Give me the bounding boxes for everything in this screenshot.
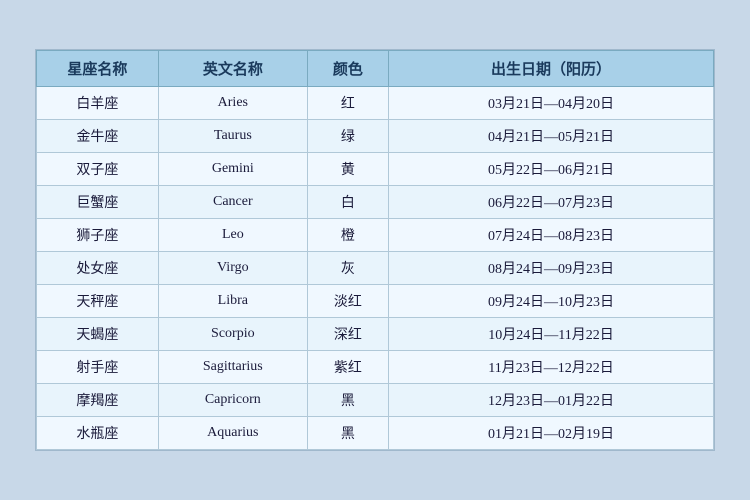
cell-color: 红 — [307, 87, 388, 120]
cell-color: 白 — [307, 186, 388, 219]
cell-en: Leo — [158, 219, 307, 252]
cell-date: 12月23日—01月22日 — [389, 384, 714, 417]
cell-date: 01月21日—02月19日 — [389, 417, 714, 450]
cell-date: 04月21日—05月21日 — [389, 120, 714, 153]
cell-en: Taurus — [158, 120, 307, 153]
cell-en: Gemini — [158, 153, 307, 186]
cell-zh: 金牛座 — [37, 120, 159, 153]
cell-en: Aquarius — [158, 417, 307, 450]
table-row: 天蝎座Scorpio深红10月24日—11月22日 — [37, 318, 714, 351]
cell-date: 10月24日—11月22日 — [389, 318, 714, 351]
cell-zh: 双子座 — [37, 153, 159, 186]
cell-color: 灰 — [307, 252, 388, 285]
table-row: 狮子座Leo橙07月24日—08月23日 — [37, 219, 714, 252]
zodiac-table: 星座名称 英文名称 颜色 出生日期（阳历） 白羊座Aries红03月21日—04… — [36, 50, 714, 450]
cell-color: 深红 — [307, 318, 388, 351]
table-row: 处女座Virgo灰08月24日—09月23日 — [37, 252, 714, 285]
cell-zh: 巨蟹座 — [37, 186, 159, 219]
table-body: 白羊座Aries红03月21日—04月20日金牛座Taurus绿04月21日—0… — [37, 87, 714, 450]
header-zh: 星座名称 — [37, 51, 159, 87]
header-date: 出生日期（阳历） — [389, 51, 714, 87]
cell-date: 06月22日—07月23日 — [389, 186, 714, 219]
cell-zh: 射手座 — [37, 351, 159, 384]
table-row: 双子座Gemini黄05月22日—06月21日 — [37, 153, 714, 186]
cell-color: 淡红 — [307, 285, 388, 318]
cell-zh: 水瓶座 — [37, 417, 159, 450]
table-row: 水瓶座Aquarius黑01月21日—02月19日 — [37, 417, 714, 450]
cell-zh: 天蝎座 — [37, 318, 159, 351]
table-row: 巨蟹座Cancer白06月22日—07月23日 — [37, 186, 714, 219]
cell-zh: 狮子座 — [37, 219, 159, 252]
cell-zh: 天秤座 — [37, 285, 159, 318]
cell-zh: 处女座 — [37, 252, 159, 285]
cell-color: 黄 — [307, 153, 388, 186]
cell-en: Cancer — [158, 186, 307, 219]
cell-en: Sagittarius — [158, 351, 307, 384]
cell-date: 08月24日—09月23日 — [389, 252, 714, 285]
cell-zh: 白羊座 — [37, 87, 159, 120]
cell-en: Libra — [158, 285, 307, 318]
table-row: 天秤座Libra淡红09月24日—10月23日 — [37, 285, 714, 318]
cell-en: Virgo — [158, 252, 307, 285]
table-row: 金牛座Taurus绿04月21日—05月21日 — [37, 120, 714, 153]
table-row: 摩羯座Capricorn黑12月23日—01月22日 — [37, 384, 714, 417]
cell-en: Scorpio — [158, 318, 307, 351]
cell-color: 橙 — [307, 219, 388, 252]
cell-date: 11月23日—12月22日 — [389, 351, 714, 384]
cell-date: 09月24日—10月23日 — [389, 285, 714, 318]
table-row: 白羊座Aries红03月21日—04月20日 — [37, 87, 714, 120]
header-en: 英文名称 — [158, 51, 307, 87]
cell-date: 07月24日—08月23日 — [389, 219, 714, 252]
cell-en: Capricorn — [158, 384, 307, 417]
cell-color: 绿 — [307, 120, 388, 153]
cell-zh: 摩羯座 — [37, 384, 159, 417]
cell-color: 黑 — [307, 384, 388, 417]
cell-date: 05月22日—06月21日 — [389, 153, 714, 186]
table-row: 射手座Sagittarius紫红11月23日—12月22日 — [37, 351, 714, 384]
cell-en: Aries — [158, 87, 307, 120]
table-header-row: 星座名称 英文名称 颜色 出生日期（阳历） — [37, 51, 714, 87]
cell-date: 03月21日—04月20日 — [389, 87, 714, 120]
cell-color: 黑 — [307, 417, 388, 450]
header-color: 颜色 — [307, 51, 388, 87]
zodiac-table-container: 星座名称 英文名称 颜色 出生日期（阳历） 白羊座Aries红03月21日—04… — [35, 49, 715, 451]
cell-color: 紫红 — [307, 351, 388, 384]
